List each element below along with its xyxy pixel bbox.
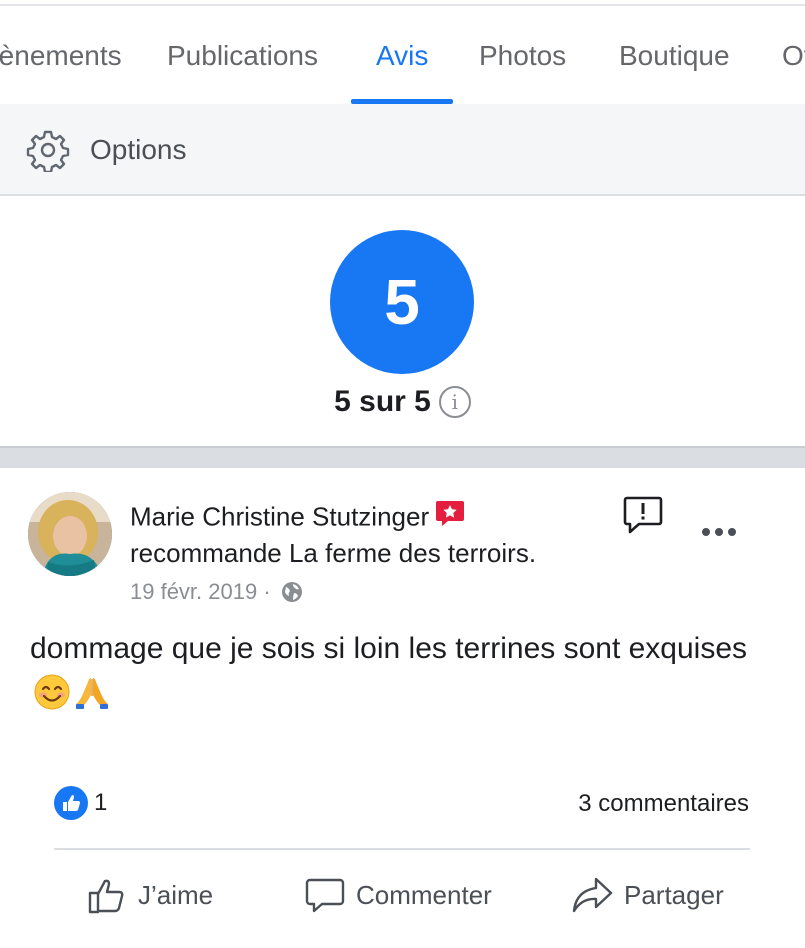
tab-avis[interactable]: Avis <box>376 40 428 72</box>
recommend-text: recommande La ferme des terroirs. <box>130 538 537 568</box>
comment-icon <box>305 878 345 913</box>
comments-count[interactable]: 3 commentaires <box>578 790 749 818</box>
page-tabs: Évènements Publications Avis Photos Bout… <box>0 8 805 104</box>
share-button[interactable]: Partager <box>570 874 724 918</box>
action-divider <box>54 848 750 850</box>
top-border <box>0 0 805 6</box>
post-date[interactable]: 19 févr. 2019 <box>130 579 257 604</box>
gear-icon <box>26 130 70 172</box>
comment-button[interactable]: Commenter <box>304 874 492 918</box>
options-label: Options <box>90 134 187 165</box>
tab-boutique[interactable]: Boutique <box>619 40 730 72</box>
avatar[interactable] <box>28 492 112 576</box>
more-options-icon[interactable] <box>700 524 740 540</box>
rating-score-circle: 5 <box>330 230 474 374</box>
share-icon <box>572 877 613 913</box>
avatar-image <box>28 492 112 576</box>
comment-label: Commenter <box>356 879 492 910</box>
tab-evenements[interactable]: Évènements <box>0 40 122 72</box>
review-body: dommage que je sois si loin les terrines… <box>30 628 770 712</box>
meta-separator: · <box>263 579 271 605</box>
thumbs-up-icon <box>88 879 124 914</box>
reaction-summary[interactable]: 1 <box>54 786 107 820</box>
section-separator <box>0 446 805 468</box>
tab-other[interactable]: Ot <box>782 40 805 72</box>
share-label: Partager <box>624 879 724 910</box>
author-name[interactable]: Marie Christine Stutzinger <box>130 502 429 532</box>
tab-photos[interactable]: Photos <box>479 40 566 72</box>
like-reaction-icon <box>54 786 88 820</box>
options-bar[interactable]: Options <box>0 104 805 196</box>
like-button[interactable]: J’aime <box>86 874 213 918</box>
tab-publications[interactable]: Publications <box>167 40 318 72</box>
rating-text: 5 sur 5 <box>334 385 431 419</box>
review-post: Marie Christine Stutzinger recommande La… <box>0 468 805 948</box>
globe-icon <box>281 582 302 603</box>
review-text: dommage que je sois si loin les terrines… <box>30 632 748 665</box>
like-count: 1 <box>94 789 108 816</box>
smiling-face-emoji <box>34 674 70 710</box>
author-line: Marie Christine Stutzinger <box>130 500 465 533</box>
rating-summary: 5 5 sur 5i <box>0 196 805 446</box>
post-meta: 19 févr. 2019 · <box>130 578 303 605</box>
like-label: J’aime <box>138 879 214 910</box>
rating-text-row: 5 sur 5i <box>0 384 805 419</box>
folded-hands-emoji <box>76 678 108 710</box>
report-icon[interactable] <box>622 494 664 536</box>
info-icon[interactable]: i <box>438 386 471 419</box>
recommendation-badge-icon <box>435 500 465 527</box>
